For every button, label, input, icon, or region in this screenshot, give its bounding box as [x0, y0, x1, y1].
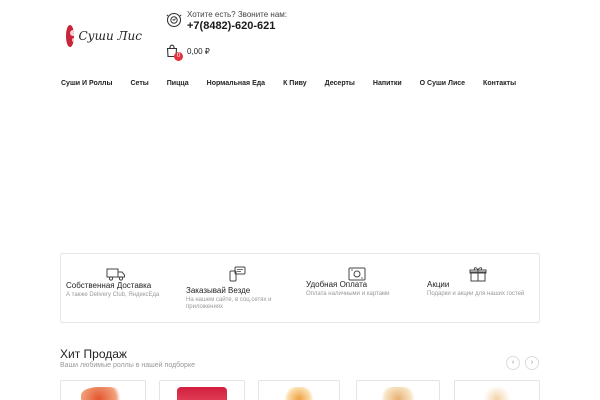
fox-logo-icon — [66, 25, 75, 47]
cart-count-badge: 0 — [174, 52, 183, 61]
feature-subtitle: Подарки и акции для наших гостей — [427, 291, 525, 297]
site-logo[interactable]: Суши Лис — [66, 24, 142, 48]
logo-text: Суши Лис — [78, 29, 142, 43]
feature-subtitle: Оплата наличными и картами — [306, 291, 390, 297]
feature-title: Удобная Оплата — [306, 280, 368, 289]
feature-promotions: Акции Подарки и акции для наших гостей — [421, 254, 541, 324]
features-panel: Собственная Доставка А также Delivery Cl… — [60, 253, 540, 323]
product-image — [81, 387, 125, 400]
feature-title: Акции — [427, 280, 450, 289]
chevron-left-icon: ‹ — [511, 359, 515, 366]
delivery-truck-icon — [106, 268, 125, 281]
nav-item-desserts[interactable]: Десерты — [325, 80, 355, 87]
nav-item-beer-snacks[interactable]: К Пиву — [283, 80, 307, 87]
gift-box-icon — [469, 267, 487, 282]
product-card[interactable] — [159, 380, 245, 400]
product-card[interactable] — [60, 380, 146, 400]
feature-title: Заказывай Везде — [186, 286, 251, 295]
cart-button[interactable]: 0 0,00 ₽ — [165, 44, 210, 61]
section-subtitle: Ваши любимые роллы в нашей подборке — [60, 362, 195, 369]
feature-delivery: Собственная Доставка А также Delivery Cl… — [61, 254, 181, 324]
nav-item-about[interactable]: О Суши Лисе — [420, 80, 465, 87]
phone-label: Хотите есть? Звоните нам: — [187, 10, 288, 19]
product-card[interactable] — [258, 380, 340, 400]
nav-item-drinks[interactable]: Напитки — [373, 80, 402, 87]
nav-item-sushi-rolls[interactable]: Суши И Роллы — [61, 80, 112, 87]
product-image — [379, 387, 417, 400]
feature-subtitle: А также Delivery Club, ЯндексЕда — [66, 292, 160, 298]
feature-subtitle-line2: приложениях — [186, 304, 224, 310]
carousel-next-button[interactable]: › — [525, 356, 539, 370]
cart-total: 0,00 ₽ — [187, 46, 210, 56]
nav-item-pizza[interactable]: Пицца — [167, 80, 189, 87]
main-nav: Суши И Роллы Сеты Пицца Нормальная Еда К… — [61, 80, 534, 87]
feature-title: Собственная Доставка — [66, 281, 152, 290]
feature-subtitle: На нашем сайте, в соц.сетях и — [186, 297, 272, 303]
nav-item-normal-food[interactable]: Нормальная Еда — [207, 80, 265, 87]
shopping-bag-icon: 0 — [165, 44, 183, 61]
nav-item-sets[interactable]: Сеты — [130, 80, 148, 87]
feature-payment: Удобная Оплата Оплата наличными и картам… — [301, 254, 421, 324]
product-image — [284, 387, 314, 400]
nav-item-contacts[interactable]: Контакты — [483, 80, 516, 87]
product-card[interactable] — [454, 380, 540, 400]
phone-number-link[interactable]: +7(8482)-620-621 — [187, 20, 287, 33]
product-image — [177, 387, 227, 400]
order-anywhere-icon — [229, 266, 246, 282]
phone-support-icon — [166, 12, 182, 28]
feature-order-anywhere: Заказывай Везде На нашем сайте, в соц.се… — [181, 254, 301, 324]
phone-contact: Хотите есть? Звоните нам: +7(8482)-620-6… — [166, 10, 287, 33]
chevron-right-icon: › — [530, 359, 534, 366]
section-title: Хит Продаж — [60, 347, 127, 361]
product-card[interactable] — [356, 380, 440, 400]
carousel-prev-button[interactable]: ‹ — [506, 356, 520, 370]
product-image — [482, 387, 512, 400]
